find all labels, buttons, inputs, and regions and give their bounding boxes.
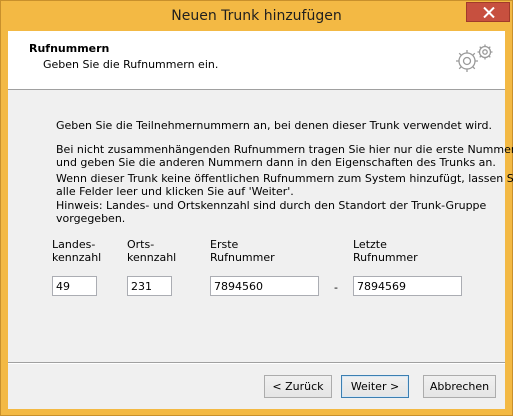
info-text-1a: Bei nicht zusammenhängenden Rufnummern t… xyxy=(56,143,513,156)
footer-divider-highlight xyxy=(8,363,505,364)
wizard-header: Rufnummern Geben Sie die Rufnummern ein. xyxy=(8,31,505,90)
back-button[interactable]: < Zurück xyxy=(264,375,332,398)
orts-label-2: kennzahl xyxy=(127,251,177,264)
orts-label-1: Orts- xyxy=(127,238,155,251)
hint-text-b: vorgegeben. xyxy=(56,212,126,225)
dialog-window: Neuen Trunk hinzufügen Rufnummern Geben … xyxy=(0,0,513,416)
range-separator: - xyxy=(334,281,338,294)
hint-text-a: Hinweis: Landes- und Ortskennzahl sind d… xyxy=(56,199,487,212)
next-button[interactable]: Weiter > xyxy=(341,375,409,398)
letzte-rufnummer-input[interactable] xyxy=(353,276,462,296)
ortskennzahl-input[interactable] xyxy=(127,276,172,296)
landes-label-2: kennzahl xyxy=(52,251,102,264)
landeskennzahl-input[interactable] xyxy=(52,276,97,296)
dialog-client: Rufnummern Geben Sie die Rufnummern ein.… xyxy=(8,31,513,409)
gears-icon xyxy=(456,44,493,72)
window-title: Neuen Trunk hinzufügen xyxy=(171,8,342,24)
header-title: Rufnummern xyxy=(29,42,110,55)
erste-label-1: Erste xyxy=(210,238,239,251)
erste-rufnummer-input[interactable] xyxy=(210,276,319,296)
erste-label-2: Rufnummer xyxy=(210,251,275,264)
letzte-label-1: Letzte xyxy=(353,238,387,251)
info-text-1b: und geben Sie die anderen Nummern dann i… xyxy=(56,156,496,169)
info-text-2a: Wenn dieser Trunk keine öffentlichen Ruf… xyxy=(56,172,513,185)
cancel-button[interactable]: Abbrechen xyxy=(423,375,496,398)
letzte-label-2: Rufnummer xyxy=(353,251,418,264)
title-bar[interactable]: Neuen Trunk hinzufügen xyxy=(1,1,512,32)
info-text-2b: alle Felder leer und klicken Sie auf 'We… xyxy=(56,185,294,198)
header-subtitle: Geben Sie die Rufnummern ein. xyxy=(43,58,219,71)
close-button[interactable] xyxy=(466,2,510,22)
intro-text: Geben Sie die Teilnehmernummern an, bei … xyxy=(56,119,492,132)
close-icon xyxy=(483,7,495,18)
landes-label-1: Landes- xyxy=(52,238,96,251)
